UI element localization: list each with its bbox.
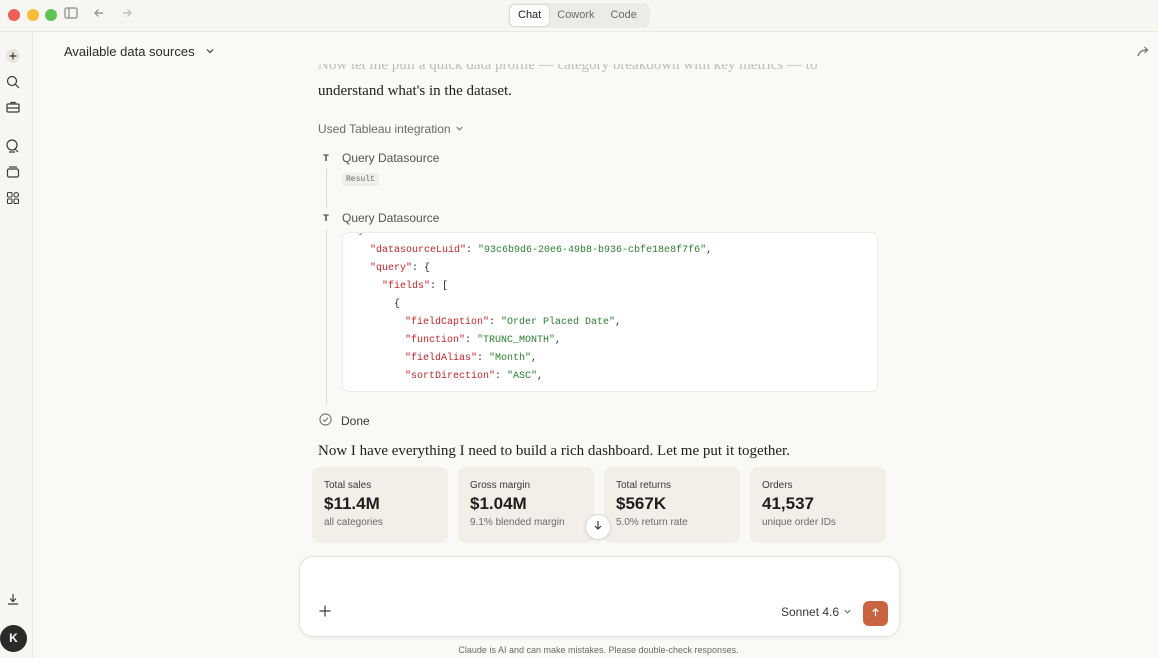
chevron-down-icon [455, 122, 464, 136]
step-connector [326, 229, 327, 404]
tab-cowork[interactable]: Cowork [549, 5, 602, 26]
tool-step[interactable]: T Query Datasource [318, 211, 439, 225]
kpi-label: Total sales [324, 480, 372, 491]
chats-icon[interactable] [5, 138, 21, 154]
minimize-window-button[interactable] [27, 9, 39, 21]
assistant-paragraph: Now I have everything I need to build a … [318, 443, 790, 459]
kpi-value: $567K [616, 494, 667, 513]
arrow-up-icon [870, 605, 881, 623]
integration-label: Used Tableau integration [318, 122, 451, 136]
model-label: Sonnet 4.6 [781, 605, 840, 619]
tool-step[interactable]: T Query Datasource [318, 151, 439, 165]
code-line: { [394, 299, 401, 310]
kpi-value: $1.04M [470, 494, 527, 513]
tableau-icon: T [323, 153, 329, 163]
kpi-value: $11.4M [324, 494, 380, 513]
kpi-label: Orders [762, 480, 793, 491]
kpi-label: Gross margin [470, 480, 531, 491]
message-composer: Sonnet 4.6 [299, 556, 900, 637]
code-line: "fields": [ [382, 281, 449, 292]
toolbox-icon[interactable] [5, 99, 21, 115]
kpi-card-orders: Orders 41,537 unique order IDs [750, 467, 886, 543]
add-attachment-button[interactable] [318, 604, 334, 620]
kpi-subtext: 9.1% blended margin [470, 517, 565, 528]
sidebar-toggle-icon[interactable] [64, 6, 78, 24]
code-line: "fieldAlias": "Month", [405, 353, 538, 364]
tableau-icon: T [323, 213, 329, 223]
step-connector [326, 169, 327, 207]
mode-switcher: Chat Cowork Code [508, 3, 650, 28]
disclaimer-text: Claude is AI and can make mistakes. Plea… [458, 645, 739, 655]
done-status: Done [319, 413, 370, 429]
kpi-subtext: 5.0% return rate [616, 517, 688, 528]
kpi-card-total-sales: Total sales $11.4M all categories [312, 467, 448, 543]
model-selector[interactable]: Sonnet 4.6 [781, 605, 852, 619]
chevron-down-icon [843, 605, 852, 619]
step-label: Query Datasource [342, 211, 440, 225]
kpi-card-gross-margin: Gross margin $1.04M 9.1% blended margin [458, 467, 594, 543]
faded-paragraph: Now let me pull a quick data profile — c… [318, 64, 818, 73]
code-line: "sortDirection": "ASC", [405, 371, 544, 382]
tab-code[interactable]: Code [603, 5, 645, 26]
title-bar: Chat Cowork Code [0, 0, 1158, 32]
code-line: "function": "TRUNC_MONTH", [405, 335, 562, 346]
back-arrow-icon[interactable] [92, 6, 106, 24]
message-input[interactable] [318, 567, 878, 597]
integration-toggle[interactable]: Used Tableau integration [318, 122, 464, 136]
new-chat-icon[interactable] [5, 48, 21, 64]
code-block[interactable]: } "datasourceLuid": "93c6b9d6-20e6-49b8-… [342, 232, 878, 392]
kpi-subtext: unique order IDs [762, 517, 836, 528]
check-circle-icon [319, 413, 332, 429]
code-line: "datasourceLuid": "93c6b9d6-20e6-49b8-b9… [370, 245, 713, 256]
kpi-card-total-returns: Total returns $567K 5.0% return rate [604, 467, 740, 543]
download-icon[interactable] [5, 591, 21, 607]
send-button[interactable] [863, 601, 888, 626]
done-label: Done [341, 414, 370, 428]
search-icon[interactable] [5, 74, 21, 90]
assistant-paragraph: understand what's in the dataset. [318, 83, 512, 99]
data-sources-dropdown[interactable]: Available data sources [64, 44, 215, 59]
close-window-button[interactable] [8, 9, 20, 21]
maximize-window-button[interactable] [45, 9, 57, 21]
artifacts-icon[interactable] [5, 190, 21, 206]
scroll-to-bottom-button[interactable] [585, 514, 611, 540]
tab-chat[interactable]: Chat [510, 5, 550, 26]
code-line: "query": { [370, 263, 431, 274]
kpi-label: Total returns [616, 480, 672, 491]
share-icon[interactable] [1136, 44, 1150, 63]
sidebar: K [0, 32, 33, 658]
code-brace: } [358, 233, 364, 237]
arrow-down-icon [592, 518, 604, 536]
forward-arrow-icon[interactable] [120, 6, 134, 24]
kpi-value: 41,537 [762, 494, 814, 513]
step-label: Query Datasource [342, 151, 440, 165]
result-chip[interactable]: Result [342, 173, 379, 186]
chevron-down-icon [205, 44, 215, 59]
data-sources-label: Available data sources [64, 44, 195, 59]
code-line: "fieldCaption": "Order Placed Date", [405, 317, 622, 328]
projects-icon[interactable] [5, 164, 21, 180]
kpi-subtext: all categories [324, 517, 383, 528]
